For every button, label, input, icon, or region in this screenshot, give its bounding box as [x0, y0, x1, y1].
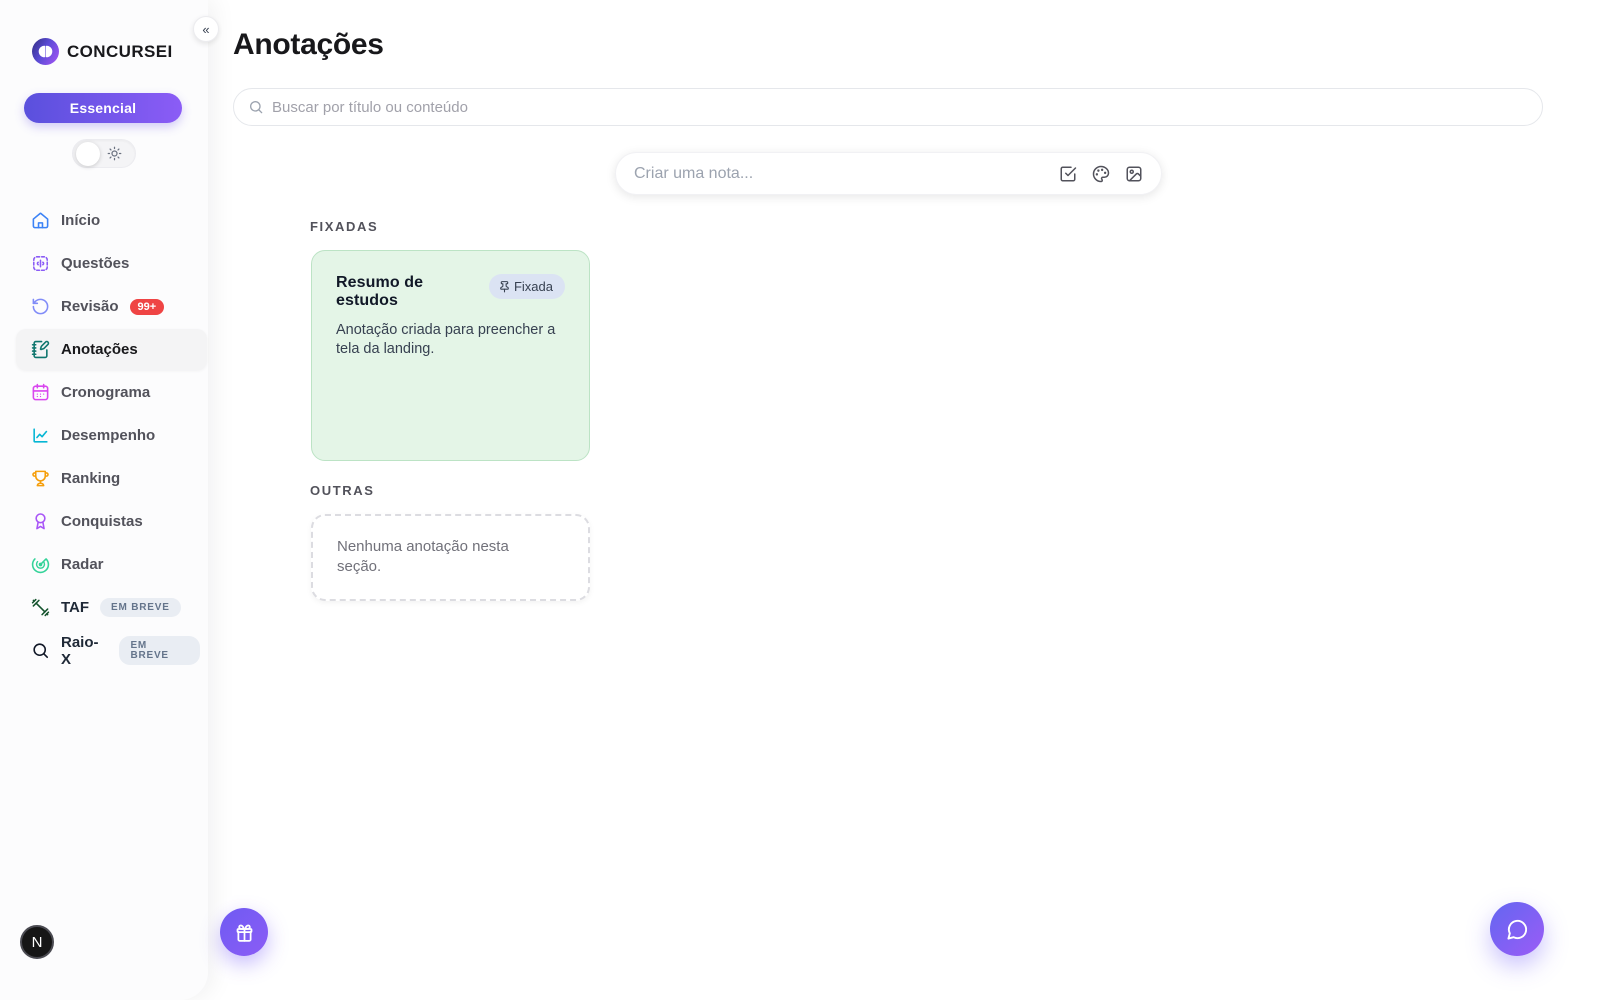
checkbox-icon[interactable]: [1059, 165, 1077, 183]
note-title: Resumo de estudos: [336, 274, 476, 310]
sidebar-item-raiox[interactable]: Raio-X EM BREVE: [16, 630, 200, 671]
search-icon: [31, 641, 50, 660]
brand-name: CONCURSEI: [67, 42, 173, 62]
plan-badge-button[interactable]: Essencial: [24, 93, 182, 123]
main-content: Anotações: [208, 0, 1600, 1000]
pinned-badge: Fixada: [489, 274, 565, 299]
note-card-pinned[interactable]: Resumo de estudos Fixada Anotação criada…: [311, 250, 590, 461]
gift-icon: [234, 922, 255, 943]
sidebar-item-desempenho[interactable]: Desempenho: [16, 415, 200, 456]
notebook-pen-icon: [31, 340, 50, 359]
theme-toggle[interactable]: [72, 139, 136, 168]
sidebar-item-label: Radar: [61, 556, 104, 573]
radar-icon: [31, 555, 50, 574]
toggle-knob[interactable]: [76, 142, 100, 166]
dumbbell-icon: [31, 598, 50, 617]
note-body: Anotação criada para preencher a tela da…: [336, 321, 561, 360]
note-card-header: Resumo de estudos Fixada: [336, 274, 565, 310]
brand-logo[interactable]: CONCURSEI: [32, 38, 208, 65]
image-icon[interactable]: [1125, 165, 1143, 183]
sidebar-item-revisao[interactable]: Revisão 99+: [16, 286, 200, 327]
composer-input[interactable]: [634, 165, 1059, 183]
note-composer[interactable]: [615, 152, 1162, 195]
sidebar: « CONCURSEI Essencial Início: [0, 0, 208, 1000]
chart-line-icon: [31, 426, 50, 445]
sidebar-item-label: Desempenho: [61, 427, 155, 444]
dev-badge-avatar[interactable]: N: [20, 925, 54, 959]
search-input[interactable]: [272, 99, 1528, 116]
taf-soon-badge: EM BREVE: [100, 598, 181, 617]
sidebar-item-label: Conquistas: [61, 513, 143, 530]
sidebar-item-label: Início: [61, 212, 100, 229]
chat-bubble-icon: [1506, 918, 1529, 941]
empty-notes-card: Nenhuma anotação nesta seção.: [311, 514, 590, 601]
sidebar-item-label: Cronograma: [61, 384, 150, 401]
pinned-badge-label: Fixada: [514, 279, 553, 294]
rotate-ccw-icon: [31, 297, 50, 316]
sun-icon: [107, 146, 122, 161]
palette-icon[interactable]: [1092, 165, 1110, 183]
revisao-count-badge: 99+: [130, 299, 165, 315]
brand-logo-icon: [32, 38, 59, 65]
chevrons-left-icon: «: [202, 22, 209, 37]
empty-notes-text: Nenhuma anotação nesta seção.: [337, 537, 557, 578]
brain-scan-icon: [31, 254, 50, 273]
others-section-heading: OUTRAS: [310, 483, 375, 498]
home-icon: [31, 211, 50, 230]
chat-button[interactable]: [1490, 902, 1544, 956]
medal-icon: [31, 512, 50, 531]
composer-actions: [1059, 165, 1143, 183]
pinned-section-heading: FIXADAS: [310, 219, 378, 234]
page-title: Anotações: [233, 28, 384, 62]
sidebar-item-inicio[interactable]: Início: [16, 200, 200, 241]
sidebar-item-taf[interactable]: TAF EM BREVE: [16, 587, 200, 628]
sidebar-item-label: Raio-X: [61, 634, 108, 668]
sidebar-item-label: TAF: [61, 599, 89, 616]
sidebar-item-cronograma[interactable]: Cronograma: [16, 372, 200, 413]
calendar-icon: [31, 383, 50, 402]
sidebar-item-label: Questões: [61, 255, 129, 272]
sidebar-item-anotacoes[interactable]: Anotações: [16, 329, 207, 370]
search-icon: [248, 99, 264, 115]
pin-icon: [498, 280, 511, 293]
sidebar-collapse-button[interactable]: «: [193, 16, 219, 42]
avatar-letter: N: [32, 934, 43, 951]
trophy-icon: [31, 469, 50, 488]
sidebar-item-label: Ranking: [61, 470, 120, 487]
sidebar-item-label: Anotações: [61, 341, 138, 358]
search-bar[interactable]: [233, 88, 1543, 126]
sidebar-item-questoes[interactable]: Questões: [16, 243, 200, 284]
sidebar-item-ranking[interactable]: Ranking: [16, 458, 200, 499]
sidebar-item-label: Revisão: [61, 298, 119, 315]
sidebar-item-radar[interactable]: Radar: [16, 544, 200, 585]
sidebar-nav: Início Questões Revisão 99+: [0, 198, 208, 673]
raiox-soon-badge: EM BREVE: [119, 636, 200, 665]
gift-button[interactable]: [220, 908, 268, 956]
sidebar-item-conquistas[interactable]: Conquistas: [16, 501, 200, 542]
